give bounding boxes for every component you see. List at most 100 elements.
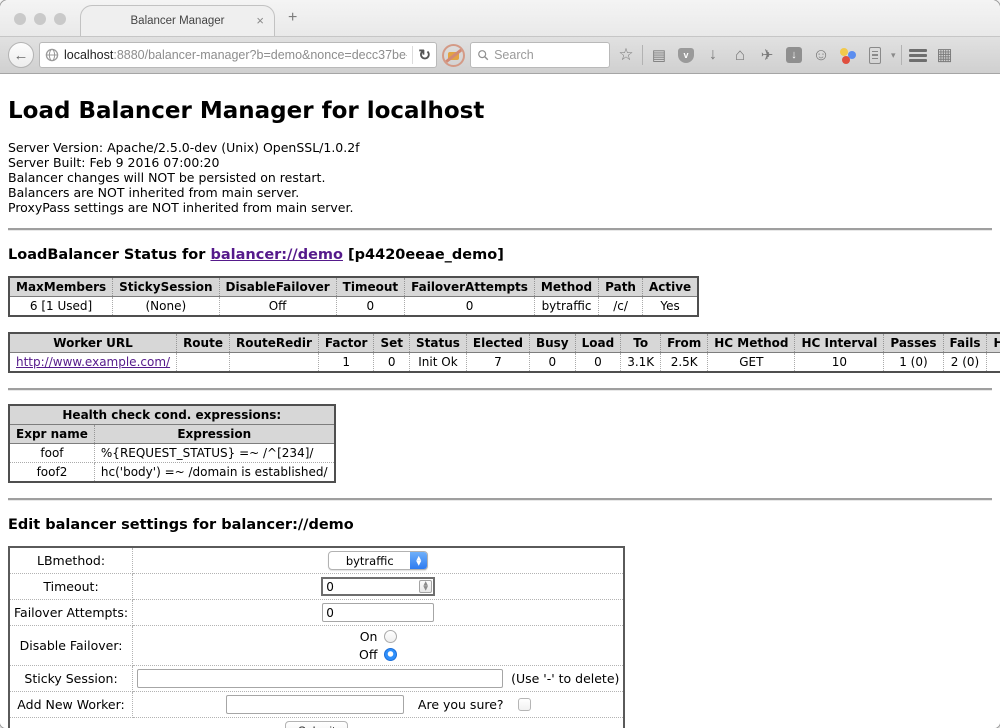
radio-off-label: Off [359,647,377,662]
cell-fails: 2 (0) [943,353,987,373]
failover-attempts-label: Failover Attempts: [9,600,133,626]
select-stepper-icon: ▲▼ [410,552,427,569]
submit-button[interactable]: Submit [285,721,348,728]
divider [8,228,992,231]
reader-list-icon[interactable]: ▤ [648,43,670,67]
sticky-session-input[interactable] [137,669,503,688]
col-failoverattempts: FailoverAttempts [405,277,535,297]
cell-hc-method: GET [708,353,795,373]
downloads-icon[interactable]: ↓ [702,43,724,67]
edit-settings-form: LBmethod: bytraffic ▲▼ Timeout: ▲▼ [8,546,625,728]
col-routeredir: RouteRedir [229,333,318,353]
table-header-row: Worker URL Route RouteRedir Factor Set S… [9,333,1000,353]
url-bar[interactable]: localhost:8880/balancer-manager?b=demo&n… [39,42,437,68]
server-info: Server Version: Apache/2.5.0-dev (Unix) … [8,140,992,215]
radio-line-off: Off [359,647,397,662]
radio-off[interactable] [384,648,397,661]
timeout-label: Timeout: [9,574,133,600]
timeout-row: Timeout: ▲▼ [9,574,624,600]
bookmark-star-icon[interactable]: ☆ [615,43,637,67]
tile-grid-icon[interactable]: ▦ [934,43,956,67]
number-stepper-icon[interactable]: ▲▼ [419,580,432,593]
cell-routeredir [229,353,318,373]
containers-icon[interactable] [837,43,859,67]
tab-balancer-manager[interactable]: Balancer Manager × [80,5,275,36]
cell-expr-name: foof [9,444,94,463]
disable-failover-value-cell: On Off [133,626,625,666]
lb-status-prefix: LoadBalancer Status for [8,247,210,263]
page-content: Load Balancer Manager for localhost Serv… [0,74,1000,728]
health-row: foof2 hc('body') =~ /domain is establish… [9,463,335,483]
window-minimize-button[interactable] [34,13,46,25]
add-worker-label: Add New Worker: [9,692,133,718]
radio-on[interactable] [384,630,397,643]
cell-expression: hc('body') =~ /domain is established/ [94,463,334,483]
sidebar-list-icon[interactable] [864,43,886,67]
col-expression: Expression [94,425,334,444]
timeout-input-wrap: ▲▼ [321,577,435,596]
content-blocked-icon[interactable] [442,44,465,67]
health-header-row: Expr name Expression [9,425,335,444]
pocket-icon[interactable]: v [675,43,697,67]
back-button[interactable]: ← [8,42,34,68]
emoji-extension-icon[interactable]: ☺ [810,43,832,67]
health-row: foof %{REQUEST_STATUS} =~ /^[234]/ [9,444,335,463]
col-disablefailover: DisableFailover [219,277,336,297]
cell-method: bytraffic [534,297,598,317]
are-you-sure-checkbox[interactable] [518,698,531,711]
save-to-device-icon[interactable]: ↓ [783,43,805,67]
search-bar[interactable] [470,42,610,68]
cell-elected: 7 [466,353,529,373]
health-check-table: Health check cond. expressions: Expr nam… [8,404,336,483]
lbmethod-row: LBmethod: bytraffic ▲▼ [9,547,624,574]
col-route: Route [177,333,230,353]
col-method: Method [534,277,598,297]
balancer-demo-link[interactable]: balancer://demo [210,247,343,263]
timeout-input[interactable] [323,579,418,594]
radio-on-label: On [360,629,378,644]
cell-maxmembers: 6 [1 Used] [9,297,113,317]
worker-table: Worker URL Route RouteRedir Factor Set S… [8,332,1000,373]
worker-url-link[interactable]: http://www.example.com/ [16,355,170,369]
add-worker-input[interactable] [226,695,404,714]
search-input[interactable] [494,48,603,62]
submit-cell: Submit [9,718,624,728]
col-hc-interval: HC Interval [795,333,884,353]
lbmethod-select[interactable]: bytraffic ▲▼ [328,551,428,570]
balancer-status-table: MaxMembers StickySession DisableFailover… [8,276,699,317]
col-fails: Fails [943,333,987,353]
col-load: Load [575,333,621,353]
lbmethod-value-cell: bytraffic ▲▼ [133,547,625,574]
col-maxmembers: MaxMembers [9,277,113,297]
new-tab-button[interactable]: + [288,10,297,26]
failover-attempts-input[interactable] [322,603,434,622]
add-worker-content: Are you sure? [226,695,531,714]
are-you-sure-label: Are you sure? [418,697,504,712]
window-zoom-button[interactable] [54,13,66,25]
col-to: To [621,333,661,353]
cell-hc-interval: 10 [795,353,884,373]
worker-url-cell: http://www.example.com/ [9,353,177,373]
home-icon[interactable]: ⌂ [729,43,751,67]
tab-close-icon[interactable]: × [256,14,264,27]
download-square-icon: ↓ [786,47,802,63]
col-elected: Elected [466,333,529,353]
cell-from: 2.5K [661,353,708,373]
cell-disablefailover: Off [219,297,336,317]
reload-icon[interactable]: ↻ [418,48,431,63]
send-tab-icon[interactable]: ✈ [756,43,778,67]
health-table-title: Health check cond. expressions: [9,405,335,425]
cell-factor: 1 [318,353,374,373]
disable-failover-radio-group: On Off [359,629,397,662]
sticky-session-row: Sticky Session: (Use '-' to delete) [9,666,624,692]
col-path: Path [599,277,643,297]
col-stickysession: StickySession [113,277,219,297]
menu-hamburger-icon[interactable] [907,43,929,67]
cell-route [177,353,230,373]
cell-stickysession: (None) [113,297,219,317]
window-close-button[interactable] [14,13,26,25]
colored-dots-icon [839,47,857,64]
cell-expression: %{REQUEST_STATUS} =~ /^[234]/ [94,444,334,463]
chevron-down-icon[interactable]: ▾ [891,50,896,61]
sticky-session-hint: (Use '-' to delete) [511,671,619,686]
